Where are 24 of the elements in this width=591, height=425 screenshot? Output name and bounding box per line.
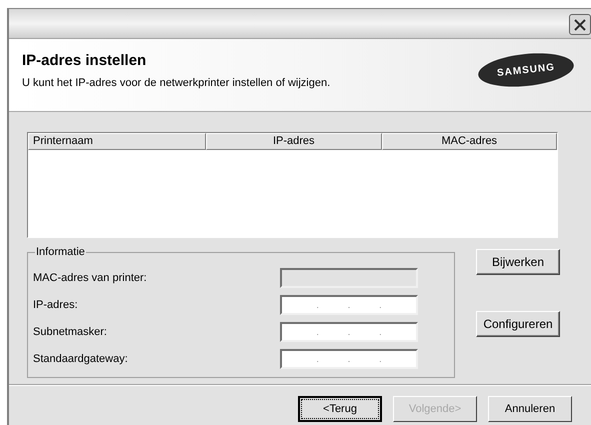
wizard-button[interactable]: <Terug [298,396,382,422]
column-header[interactable]: IP-adres [206,133,382,150]
field-label: IP-adres: [33,298,79,313]
ip-separator: . [316,328,319,336]
side-button[interactable]: Bijwerken [476,249,560,275]
column-header[interactable]: Printernaam [28,133,206,150]
close-button[interactable] [569,14,591,35]
dialog-subtitle: U kunt het IP-adres voor de netwerkprinter instellen of wijzigen. [22,78,332,89]
column-header[interactable]: MAC-adres [382,133,557,150]
dialog-title: IP-adres instellen [22,53,148,68]
ip-separator: . [379,300,382,310]
close-icon [574,18,586,30]
ip-separator: . [379,328,382,336]
ip-separator: . [379,354,382,364]
field-label: MAC-adres van printer: [33,270,148,286]
ip-separator: . [316,354,319,364]
field-label: Subnetmasker: [33,324,108,340]
wizard-button[interactable]: Annuleren [488,396,572,422]
ip-separator: . [316,300,319,310]
field-label: Standaardgateway: [33,352,129,367]
ip-separator: . [348,328,350,336]
ip-separator: . [348,300,350,310]
ip-separator: . [348,354,350,364]
side-button[interactable]: Configureren [476,311,560,337]
